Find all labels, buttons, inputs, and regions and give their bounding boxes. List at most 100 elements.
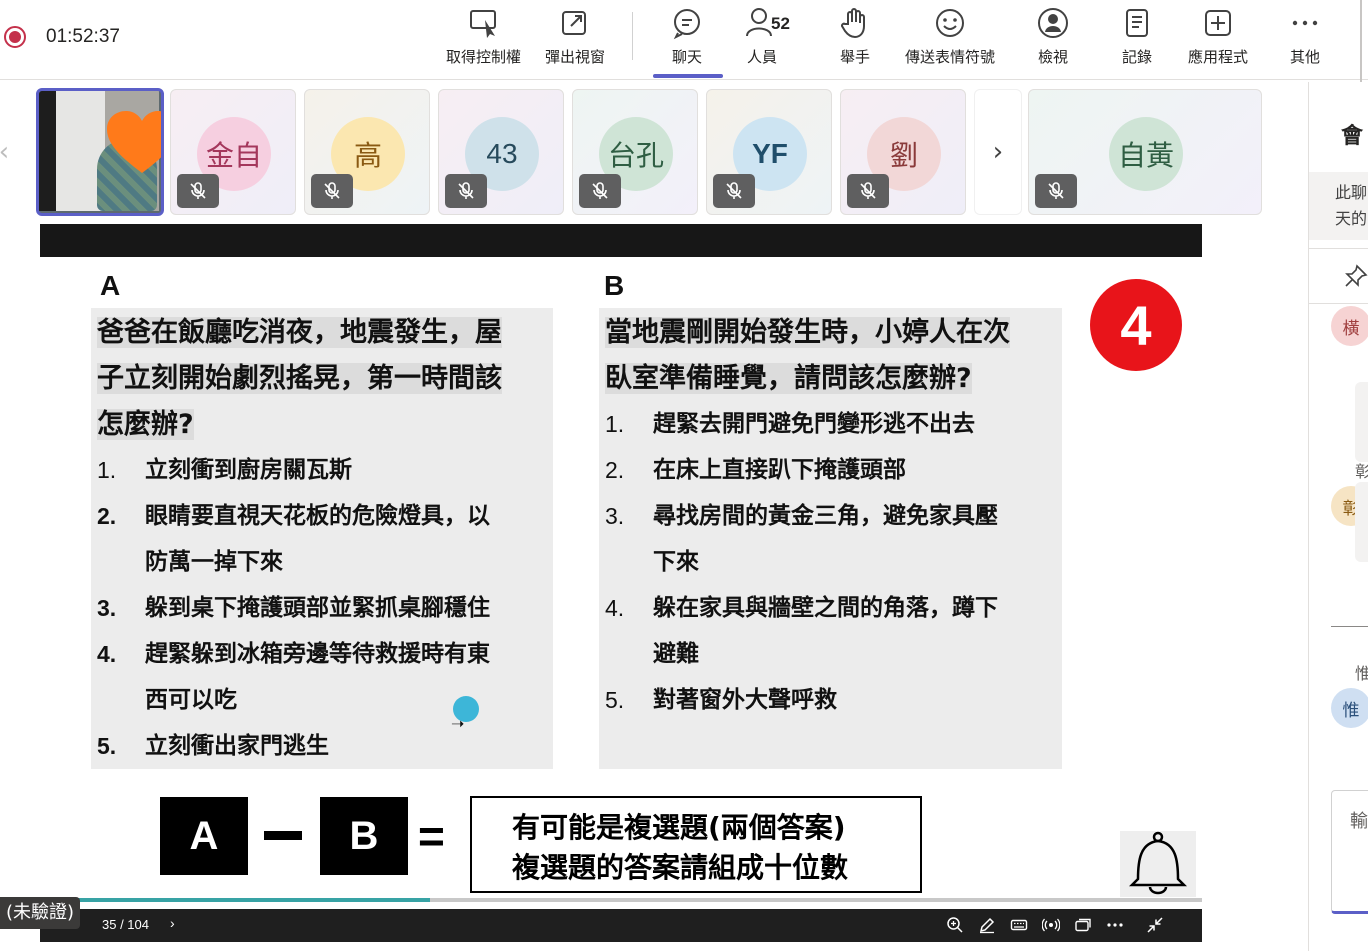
formula-equals: =	[418, 810, 445, 862]
teams-meeting-window: 01:52:37 取得控制權 彈出視窗 聊天 52 人員 舉手 傳送表情符號 檢…	[0, 0, 1368, 951]
chat-button[interactable]: 聊天	[670, 6, 704, 76]
question-b-letter: B	[604, 270, 625, 301]
chat-panel: 會 此聊 天的 橫 彰 彰 惟 惟 輸	[1308, 82, 1368, 951]
keyboard-icon[interactable]	[1010, 916, 1028, 934]
option-b-4: 4. 躲在家具與牆壁之間的角落，蹲下 避難	[605, 595, 998, 667]
option-a-2: 2. 眼睛要直視天花板的危險燈具，以 防萬一掉下來	[97, 503, 490, 575]
hand-icon	[841, 8, 865, 39]
slide-progress-fill	[40, 898, 431, 902]
chat-avatar[interactable]: 橫	[1331, 306, 1368, 346]
people-count: 52	[771, 14, 790, 33]
window-edge	[1360, 0, 1362, 82]
smiley-icon	[936, 9, 964, 37]
zoom-icon[interactable]	[946, 916, 964, 934]
mic-off-icon	[726, 182, 742, 199]
question-b-options: 1. 趕緊去開門避免門變形逃不出去 2. 在床上直接趴下掩護頭部 3. 尋找房間的黃金…	[605, 401, 1055, 723]
chat-panel-title: 會	[1341, 124, 1364, 149]
mic-muted-indicator	[311, 174, 353, 208]
option-b-5: 5. 對著窗外大聲呼救	[605, 687, 837, 713]
broadcast-icon[interactable]	[1042, 916, 1060, 934]
recording-indicator-icon	[4, 26, 26, 48]
people-button[interactable]: 52 人員	[745, 6, 790, 76]
view-button[interactable]: 檢視	[1036, 6, 1070, 76]
meeting-timer: 01:52:37	[46, 26, 120, 47]
slide-number-badge: 4	[1090, 279, 1182, 371]
bell-image	[1120, 831, 1196, 897]
mic-muted-indicator	[177, 174, 219, 208]
mic-muted-indicator	[713, 174, 755, 208]
presenter-tools	[946, 916, 1164, 934]
participant-tile[interactable]: 台孔	[572, 89, 698, 215]
option-a-5: 5. 立刻衝出家門逃生	[97, 733, 329, 759]
more-options-icon[interactable]	[1106, 916, 1124, 934]
chevron-left-icon: ‹	[0, 137, 9, 167]
raise-hand-button[interactable]: 舉手	[838, 6, 872, 76]
take-control-button[interactable]: 取得控制權	[446, 6, 521, 76]
participant-tile[interactable]: 金自	[170, 89, 296, 215]
participant-strip: ‹ 金自 高 43 台孔 YF 劉	[0, 82, 1300, 222]
option-a-1: 1. 立刻衝到廚房關瓦斯	[97, 457, 352, 483]
slide-counter: 35 / 104	[102, 917, 149, 932]
answer-note-box: 有可能是複選題(兩個答案) 複選題的答案請組成十位數	[470, 796, 922, 893]
ellipsis-icon	[1292, 20, 1318, 26]
chat-message-bubble	[1355, 482, 1368, 562]
question-a-panel: 爸爸在飯廳吃消夜，地震發生，屋 子立刻開始劇烈搖晃，第一時間該 怎麼辦? 1. 立…	[91, 308, 553, 769]
participant-tile[interactable]: 高	[304, 89, 430, 215]
exit-fullscreen-icon[interactable]	[1146, 916, 1164, 934]
participant-tile[interactable]: 劉	[840, 89, 966, 215]
mic-muted-indicator	[445, 174, 487, 208]
mic-off-icon	[860, 182, 876, 199]
mic-muted-indicator	[579, 174, 621, 208]
participant-tile[interactable]: 自黃	[1028, 89, 1262, 215]
apps-button[interactable]: 應用程式	[1188, 6, 1248, 76]
question-b-panel: 當地震剛開始發生時，小婷人在次 臥室準備睡覺，請問該怎麼辦? 1. 趕緊去開門避免…	[599, 308, 1062, 769]
strip-prev-button[interactable]: ‹	[0, 89, 28, 215]
notes-icon	[1126, 9, 1148, 37]
new-messages-divider	[1331, 626, 1368, 627]
pinned-messages-row[interactable]	[1309, 248, 1368, 304]
mic-off-icon	[592, 182, 608, 199]
chat-active-indicator	[653, 74, 723, 78]
mic-off-icon	[1048, 182, 1064, 199]
chat-message-bubble	[1355, 382, 1368, 462]
mic-off-icon	[324, 182, 340, 199]
question-a-options: 1. 立刻衝到廚房關瓦斯 2. 眼睛要直視天花板的危險燈具，以 防萬一掉下來 3. 躲到…	[97, 447, 547, 769]
option-b-1: 1. 趕緊去開門避免門變形逃不出去	[605, 411, 975, 437]
avatar: 自黃	[1109, 117, 1183, 191]
slide-progress-bar	[40, 898, 1202, 902]
formula-a-box: A	[160, 797, 248, 875]
question-a-title: 爸爸在飯廳吃消夜，地震發生，屋 子立刻開始劇烈搖晃，第一時間該 怎麼辦?	[97, 317, 502, 440]
heart-reaction-icon	[107, 111, 161, 173]
window-switch-icon[interactable]	[1074, 916, 1092, 934]
pin-icon	[1345, 264, 1368, 287]
chevron-right-icon: ›	[992, 137, 1004, 167]
pop-out-button[interactable]: 彈出視窗	[545, 6, 605, 76]
plus-icon	[1205, 10, 1231, 36]
next-slide-button[interactable]: ›	[170, 915, 175, 931]
chat-info-banner: 此聊 天的	[1309, 172, 1368, 240]
chat-sender-name: 惟	[1355, 664, 1368, 683]
bell-icon	[1128, 831, 1188, 895]
strip-next-button[interactable]: ›	[974, 89, 1022, 215]
presentation-top-bar	[40, 224, 1202, 257]
mic-muted-indicator	[1035, 174, 1077, 208]
mic-off-icon	[190, 182, 206, 199]
reactions-button[interactable]: 傳送表情符號	[905, 6, 995, 76]
presenter-controls: ‹ 35 / 104 ›	[40, 909, 1202, 942]
notes-button[interactable]: 記錄	[1120, 6, 1154, 76]
chat-compose-input[interactable]: 輸	[1331, 790, 1368, 914]
option-a-4: 4. 趕緊躲到冰箱旁邊等待救援時有東 西可以吃	[97, 641, 490, 713]
mic-muted-indicator	[847, 174, 889, 208]
more-button[interactable]: 其他	[1288, 6, 1322, 76]
participant-tile[interactable]: 43	[438, 89, 564, 215]
chat-sender-name: 彰	[1355, 462, 1368, 481]
pen-icon[interactable]	[978, 916, 996, 934]
participant-tile[interactable]: YF	[706, 89, 832, 215]
meeting-toolbar: 01:52:37 取得控制權 彈出視窗 聊天 52 人員 舉手 傳送表情符號 檢…	[0, 0, 1368, 82]
mouse-cursor-icon: ➝	[451, 714, 465, 733]
toolbar-divider	[632, 12, 633, 60]
self-video-tile[interactable]	[36, 88, 164, 216]
unverified-label: (未驗證)	[0, 897, 81, 929]
chat-avatar[interactable]: 惟	[1331, 688, 1368, 728]
formula-minus	[264, 831, 302, 840]
